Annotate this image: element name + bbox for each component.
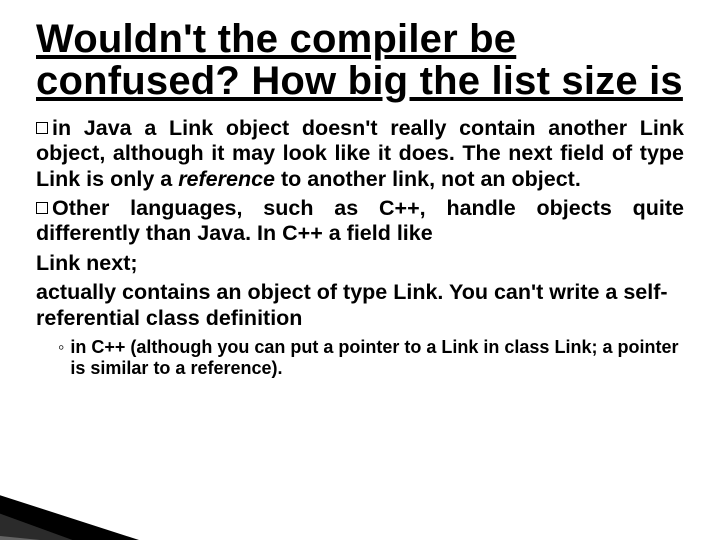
square-bullet-icon	[36, 122, 48, 134]
corner-decoration-icon	[0, 480, 170, 540]
open-circle-bullet-icon: ◦	[58, 337, 64, 380]
slide: Wouldn't the compiler be confused? How b…	[0, 0, 720, 540]
sub-bullet-text: in C++ (although you can put a pointer t…	[70, 337, 684, 380]
slide-body: in Java a Link object doesn't really con…	[36, 116, 684, 380]
bullet-2-seg-0: Other languages, such as C++, handle obj…	[36, 196, 684, 245]
bullet-2: Other languages, such as C++, handle obj…	[36, 196, 684, 247]
cont-line-2: actually contains an object of type Link…	[36, 280, 684, 331]
cont-line-1: Link next;	[36, 251, 684, 276]
slide-title: Wouldn't the compiler be confused? How b…	[36, 18, 684, 102]
square-bullet-icon	[36, 202, 48, 214]
bullet-1-seg-2: to another link, not an object.	[275, 167, 581, 191]
bullet-1-seg-1: reference	[178, 167, 275, 191]
sub-bullet-row: ◦ in C++ (although you can put a pointer…	[58, 337, 684, 380]
bullet-1: in Java a Link object doesn't really con…	[36, 116, 684, 192]
